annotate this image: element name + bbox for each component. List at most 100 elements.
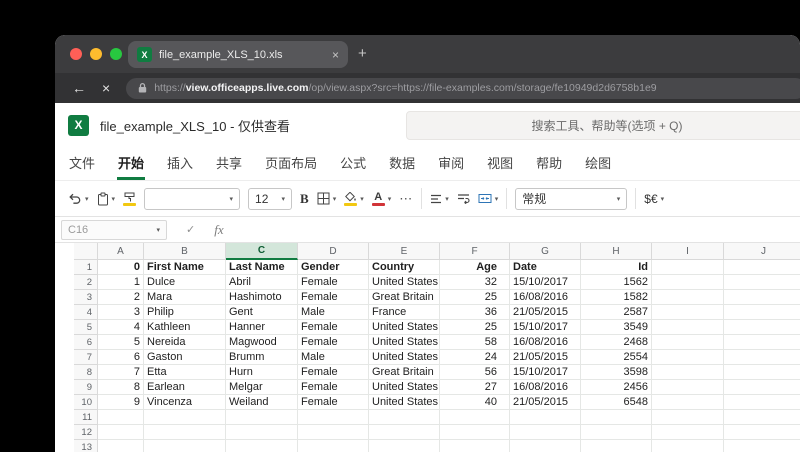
cell-G10[interactable]: 21/05/2015	[510, 395, 581, 410]
cell-J3[interactable]	[724, 290, 800, 305]
cell-E7[interactable]: United States	[369, 350, 440, 365]
cell-A13[interactable]	[98, 440, 144, 452]
maximize-window-button[interactable]	[110, 48, 122, 60]
cell-C5[interactable]: Hanner	[226, 320, 298, 335]
row-header-8[interactable]: 8	[74, 365, 98, 380]
cell-D13[interactable]	[298, 440, 369, 452]
font-color-button[interactable]: A ▾	[371, 191, 391, 206]
cell-E1[interactable]: Country	[369, 260, 440, 275]
cell-E13[interactable]	[369, 440, 440, 452]
row-header-9[interactable]: 9	[74, 380, 98, 395]
cell-J6[interactable]	[724, 335, 800, 350]
borders-button[interactable]: ▾	[317, 192, 336, 205]
row-header-7[interactable]: 7	[74, 350, 98, 365]
cell-E4[interactable]: France	[369, 305, 440, 320]
cell-name-box[interactable]: C16 ▾	[61, 219, 167, 240]
cell-D1[interactable]: Gender	[298, 260, 369, 275]
cell-G12[interactable]	[510, 425, 581, 440]
row-header-12[interactable]: 12	[74, 425, 98, 440]
cell-C10[interactable]: Weiland	[226, 395, 298, 410]
merge-center-button[interactable]: ▾	[478, 193, 498, 204]
column-header-I[interactable]: I	[652, 243, 724, 260]
more-options-button[interactable]: ⋯	[399, 191, 413, 207]
cell-J9[interactable]	[724, 380, 800, 395]
cell-J12[interactable]	[724, 425, 800, 440]
fx-icon[interactable]: fx	[214, 222, 223, 238]
cell-J13[interactable]	[724, 440, 800, 452]
cell-C6[interactable]: Magwood	[226, 335, 298, 350]
cell-J10[interactable]	[724, 395, 800, 410]
row-header-4[interactable]: 4	[74, 305, 98, 320]
menu-tab-绘图[interactable]: 绘图	[584, 153, 612, 180]
alignment-button[interactable]: ▾	[430, 194, 449, 204]
address-bar[interactable]: https://view.officeapps.live.com/op/view…	[126, 77, 800, 99]
cell-H6[interactable]: 2468	[581, 335, 652, 350]
format-painter-button[interactable]	[123, 192, 137, 206]
cell-A5[interactable]: 4	[98, 320, 144, 335]
cell-A12[interactable]	[98, 425, 144, 440]
menu-tab-帮助[interactable]: 帮助	[535, 153, 563, 180]
cell-H10[interactable]: 6548	[581, 395, 652, 410]
column-header-B[interactable]: B	[144, 243, 226, 260]
cell-C11[interactable]	[226, 410, 298, 425]
cell-C12[interactable]	[226, 425, 298, 440]
cell-F4[interactable]: 36	[440, 305, 510, 320]
cell-H4[interactable]: 2587	[581, 305, 652, 320]
cell-J1[interactable]	[724, 260, 800, 275]
cell-D12[interactable]	[298, 425, 369, 440]
column-header-H[interactable]: H	[581, 243, 652, 260]
cell-G8[interactable]: 15/10/2017	[510, 365, 581, 380]
menu-tab-开始[interactable]: 开始	[117, 153, 146, 180]
cell-A9[interactable]: 8	[98, 380, 144, 395]
currency-format-button[interactable]: $€ ▾	[644, 192, 664, 206]
cell-J8[interactable]	[724, 365, 800, 380]
cell-C3[interactable]: Hashimoto	[226, 290, 298, 305]
cell-F11[interactable]	[440, 410, 510, 425]
search-input[interactable]: 搜索工具、帮助等(选项 + Q)	[406, 110, 800, 140]
column-header-J[interactable]: J	[724, 243, 800, 260]
column-header-A[interactable]: A	[98, 243, 144, 260]
cell-F13[interactable]	[440, 440, 510, 452]
cell-B9[interactable]: Earlean	[144, 380, 226, 395]
cell-F7[interactable]: 24	[440, 350, 510, 365]
paste-button[interactable]: ▾	[97, 192, 115, 206]
wrap-text-button[interactable]	[457, 193, 470, 204]
number-format-select[interactable]: 常规 ▾	[515, 187, 628, 210]
cell-D7[interactable]: Male	[298, 350, 369, 365]
cell-G6[interactable]: 16/08/2016	[510, 335, 581, 350]
menu-tab-插入[interactable]: 插入	[166, 153, 194, 180]
cell-A6[interactable]: 5	[98, 335, 144, 350]
font-name-select[interactable]: ▾	[144, 187, 241, 210]
cell-I5[interactable]	[652, 320, 724, 335]
column-header-G[interactable]: G	[510, 243, 581, 260]
cell-A3[interactable]: 2	[98, 290, 144, 305]
cell-A8[interactable]: 7	[98, 365, 144, 380]
cell-G2[interactable]: 15/10/2017	[510, 275, 581, 290]
cell-A11[interactable]	[98, 410, 144, 425]
row-header-5[interactable]: 5	[74, 320, 98, 335]
menu-tab-文件[interactable]: 文件	[68, 153, 96, 180]
cell-G1[interactable]: Date	[510, 260, 581, 275]
cell-B12[interactable]	[144, 425, 226, 440]
cell-G9[interactable]: 16/08/2016	[510, 380, 581, 395]
cell-B4[interactable]: Philip	[144, 305, 226, 320]
cell-D11[interactable]	[298, 410, 369, 425]
column-header-D[interactable]: D	[298, 243, 369, 260]
cell-D4[interactable]: Male	[298, 305, 369, 320]
excel-app-icon[interactable]: X	[68, 114, 89, 136]
cell-G7[interactable]: 21/05/2015	[510, 350, 581, 365]
cell-H11[interactable]	[581, 410, 652, 425]
cell-B1[interactable]: First Name	[144, 260, 226, 275]
cell-C7[interactable]: Brumm	[226, 350, 298, 365]
menu-tab-页面布局[interactable]: 页面布局	[264, 153, 318, 180]
cell-I11[interactable]	[652, 410, 724, 425]
cell-J11[interactable]	[724, 410, 800, 425]
cell-D10[interactable]: Female	[298, 395, 369, 410]
cell-E11[interactable]	[369, 410, 440, 425]
cell-H5[interactable]: 3549	[581, 320, 652, 335]
row-header-13[interactable]: 13	[74, 440, 98, 452]
new-tab-button[interactable]: +	[358, 44, 367, 64]
close-window-button[interactable]	[70, 48, 82, 60]
cell-D5[interactable]: Female	[298, 320, 369, 335]
cell-F5[interactable]: 25	[440, 320, 510, 335]
